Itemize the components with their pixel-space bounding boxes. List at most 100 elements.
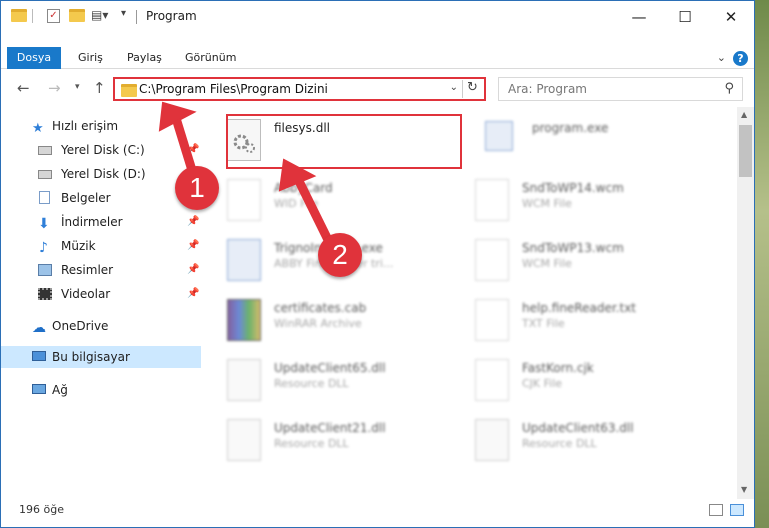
sidebar-item-label: Müzik [61, 239, 96, 253]
file-type: TXT File [522, 317, 565, 330]
sidebar-item-documents[interactable]: Belgeler [1, 187, 201, 209]
large-icons-view-icon[interactable] [730, 504, 744, 516]
file-item[interactable]: AbbyCard WID File [211, 171, 451, 229]
download-arrow-icon: ⬇ [38, 216, 50, 232]
file-icon [475, 359, 509, 401]
sidebar-item-this-pc[interactable]: Bu bilgisayar [1, 346, 201, 368]
dll-file-icon [227, 419, 261, 461]
pin-icon[interactable]: 📌 [187, 259, 199, 281]
file-icon [227, 179, 261, 221]
sidebar-item-disk-d[interactable]: Yerel Disk (D:) [1, 163, 201, 185]
film-icon [38, 288, 52, 300]
sidebar-item-label: OneDrive [52, 319, 109, 333]
search-placeholder: Ara: Program [508, 82, 587, 96]
scroll-up-icon[interactable]: ▲ [741, 110, 747, 119]
sidebar-item-label: Hızlı erişim [52, 119, 119, 133]
dll-file-icon [227, 359, 261, 401]
folder-icon [121, 84, 137, 97]
sidebar-item-label: Resimler [61, 263, 114, 277]
new-folder-icon[interactable] [69, 9, 85, 22]
sidebar-item-quick-access[interactable]: ★ Hızlı erişim [1, 115, 201, 137]
sidebar-item-downloads[interactable]: ⬇ İndirmeler 📌 [1, 211, 201, 233]
tab-home[interactable]: Giriş [78, 47, 103, 69]
file-item[interactable]: UpdateClient65.dll Resource DLL [211, 351, 451, 409]
file-name: SndToWP13.wcm [522, 241, 624, 255]
properties-icon[interactable]: ✓ [47, 9, 60, 23]
pin-icon[interactable]: 📌 [187, 139, 199, 161]
help-icon[interactable]: ? [733, 51, 748, 66]
sidebar-item-label: Videolar [61, 287, 111, 301]
tab-file[interactable]: Dosya [7, 47, 61, 69]
sidebar-item-onedrive[interactable]: ☁ OneDrive [1, 315, 201, 337]
pin-icon[interactable]: 📌 [187, 283, 199, 305]
sidebar-item-label: Yerel Disk (C:) [61, 143, 145, 157]
refresh-icon[interactable]: ↻ [462, 80, 482, 98]
file-item[interactable]: UpdateClient21.dll Resource DLL [211, 411, 451, 469]
address-bar[interactable]: C:\Program Files\Program Dizini ⌄ ↻ [113, 77, 486, 101]
file-item[interactable]: FastKorn.cjk CJK File [459, 351, 699, 409]
window-title: Program [146, 9, 197, 23]
vertical-scrollbar[interactable]: ▲ ▼ [737, 107, 754, 499]
back-arrow-icon[interactable]: ← [17, 79, 30, 97]
navigation-pane: ★ Hızlı erişim Yerel Disk (C:) 📌 Yerel D… [1, 111, 205, 491]
file-name: help.fineReader.txt [522, 301, 636, 315]
network-icon [32, 384, 46, 394]
search-icon[interactable]: ⚲ [724, 81, 734, 96]
divider [136, 10, 137, 24]
scrollbar-thumb[interactable] [739, 125, 752, 177]
file-item[interactable]: certificates.cab WinRAR Archive [211, 291, 451, 349]
sidebar-item-label: Bu bilgisayar [52, 350, 130, 364]
folder-icon [11, 9, 27, 22]
tab-view[interactable]: Görünüm [185, 47, 236, 69]
status-bar: 196 öğe [1, 499, 754, 527]
file-name: AbbyCard [274, 181, 333, 195]
file-icon [475, 239, 509, 281]
file-type: WinRAR Archive [274, 317, 362, 330]
sidebar-item-disk-c[interactable]: Yerel Disk (C:) 📌 [1, 139, 201, 161]
pin-icon[interactable]: 📌 [187, 235, 199, 257]
tab-share[interactable]: Paylaş [127, 47, 162, 69]
expand-ribbon-icon[interactable]: ⌄ [717, 51, 726, 64]
sidebar-item-videos[interactable]: Videolar 📌 [1, 283, 201, 305]
search-input[interactable]: Ara: Program ⚲ [498, 77, 743, 101]
divider [32, 9, 33, 23]
dll-file-icon [475, 419, 509, 461]
file-name: SndToWP14.wcm [522, 181, 624, 195]
file-type: WID File [274, 197, 319, 210]
file-name: UpdateClient65.dll [274, 361, 386, 375]
details-view-icon[interactable] [709, 504, 723, 516]
file-item[interactable]: SndToWP13.wcm WCM File [459, 231, 699, 289]
sidebar-item-label: Ağ [52, 383, 68, 397]
file-item[interactable]: program.exe [469, 111, 709, 169]
music-note-icon: ♪ [39, 240, 48, 256]
sidebar-item-pictures[interactable]: Resimler 📌 [1, 259, 201, 281]
view-options-icon[interactable]: ▤▾ [91, 8, 108, 22]
forward-arrow-icon[interactable]: → [48, 79, 61, 97]
sidebar-item-music[interactable]: ♪ Müzik 📌 [1, 235, 201, 257]
close-button[interactable]: ✕ [708, 1, 754, 32]
file-type: WCM File [522, 257, 572, 270]
up-arrow-icon[interactable]: ↑ [93, 79, 106, 97]
sidebar-item-network[interactable]: Ağ [1, 379, 201, 401]
scroll-down-icon[interactable]: ▼ [741, 485, 747, 494]
file-name: program.exe [532, 121, 609, 135]
exe-file-icon [485, 121, 513, 151]
file-icon [475, 179, 509, 221]
document-icon [39, 191, 50, 204]
customize-toolbar-icon[interactable]: ▾ [121, 8, 126, 19]
explorer-window: ✓ ▤▾ ▾ Program — ☐ ✕ Dosya Giriş Paylaş … [0, 0, 755, 528]
star-icon: ★ [32, 121, 44, 136]
file-item[interactable]: UpdateClient63.dll Resource DLL [459, 411, 699, 469]
sidebar-item-label: İndirmeler [61, 215, 123, 229]
maximize-button[interactable]: ☐ [662, 1, 708, 32]
file-item[interactable]: help.fineReader.txt TXT File [459, 291, 699, 349]
pin-icon[interactable]: 📌 [187, 211, 199, 233]
file-name: certificates.cab [274, 301, 367, 315]
title-bar: ✓ ▤▾ ▾ Program — ☐ ✕ [1, 1, 754, 32]
recent-locations-icon[interactable]: ▾ [75, 82, 80, 92]
file-item[interactable]: SndToWP14.wcm WCM File [459, 171, 699, 229]
minimize-button[interactable]: — [616, 1, 662, 32]
file-name: UpdateClient21.dll [274, 421, 386, 435]
chevron-down-icon[interactable]: ⌄ [450, 82, 458, 93]
file-name: UpdateClient63.dll [522, 421, 634, 435]
